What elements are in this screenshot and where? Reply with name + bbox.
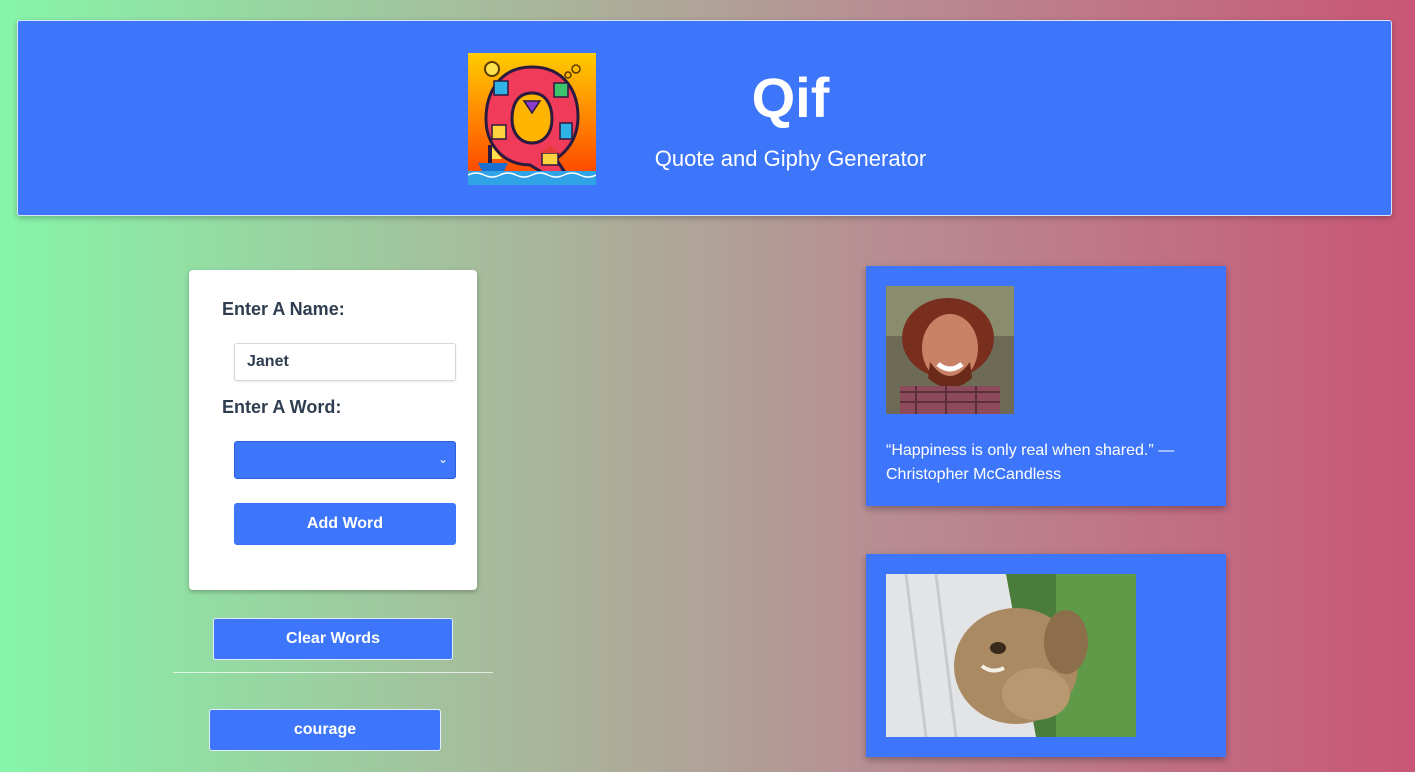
divider xyxy=(173,672,493,673)
smiling-bearded-man-gif-icon xyxy=(886,286,1014,414)
quote-card xyxy=(866,554,1226,757)
word-label: Enter A Word: xyxy=(222,397,342,417)
word-form-card: Enter A Name: Enter A Word: ⌄ Add Word xyxy=(189,270,477,590)
name-label: Enter A Name: xyxy=(222,299,345,319)
app-subtitle: Quote and Giphy Generator xyxy=(654,146,927,171)
app-header: Qif Quote and Giphy Generator xyxy=(17,20,1392,216)
quote-card: “Happiness is only real when shared.” — … xyxy=(866,266,1226,506)
quote-text: “Happiness is only real when shared.” — … xyxy=(886,442,1175,483)
q-logo-icon xyxy=(468,53,596,185)
clear-words-button[interactable]: Clear Words xyxy=(213,618,453,660)
chevron-down-icon: ⌄ xyxy=(437,452,449,466)
word-chip-courage[interactable]: courage xyxy=(209,709,441,751)
bunny-gif-icon xyxy=(886,574,1136,737)
add-word-button[interactable]: Add Word xyxy=(234,503,456,545)
word-select[interactable]: ⌄ xyxy=(234,441,456,479)
app-title: Qif xyxy=(751,66,830,129)
name-input[interactable] xyxy=(234,343,456,381)
